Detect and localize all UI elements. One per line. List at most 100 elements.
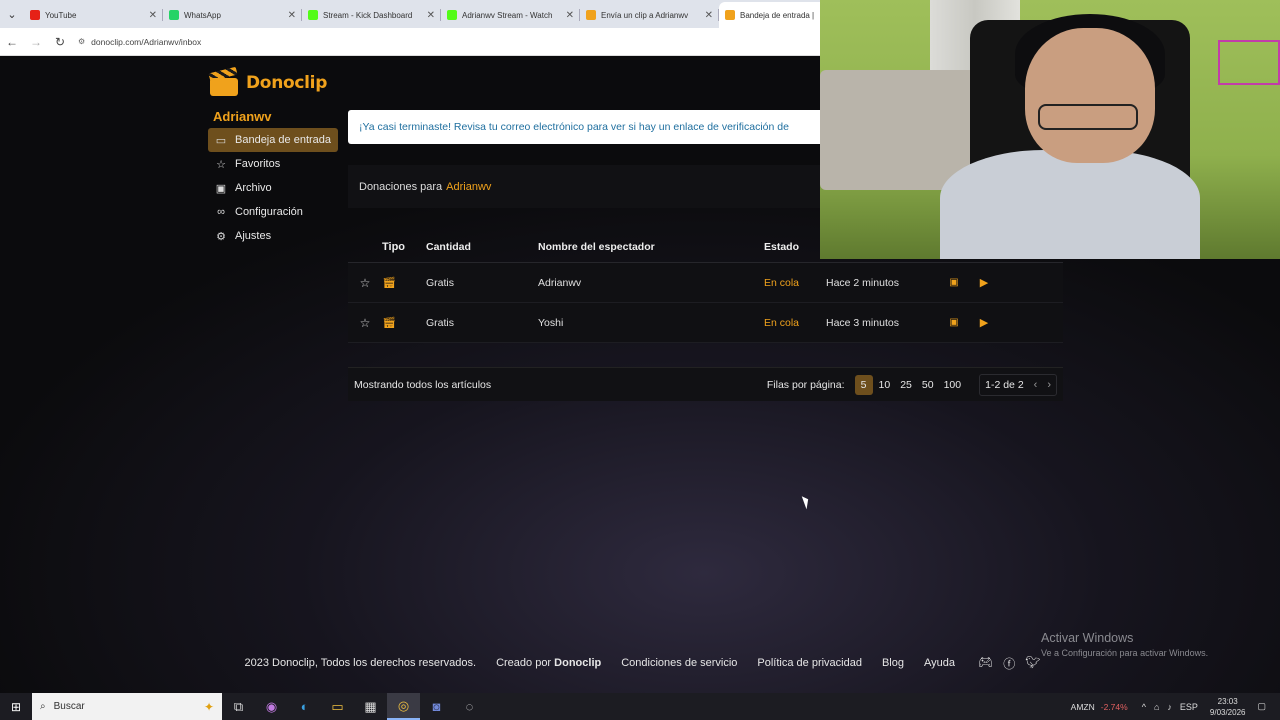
sidebar-item-label: Archivo bbox=[235, 182, 272, 194]
favorite-star-icon[interactable]: ☆ bbox=[348, 276, 382, 290]
facebook-icon[interactable]: ⓕ bbox=[1003, 655, 1015, 672]
volume-icon[interactable]: ♪ bbox=[1167, 702, 1172, 712]
next-page-icon[interactable]: › bbox=[1047, 379, 1051, 391]
footer-terms-link[interactable]: Condiciones de servicio bbox=[621, 657, 737, 669]
sidebar-username: Adrianwv bbox=[213, 109, 272, 124]
back-icon[interactable]: ← bbox=[0, 30, 24, 54]
col-cantidad[interactable]: Cantidad bbox=[426, 241, 538, 253]
browser-tab[interactable]: Envía un clip a Adrianwv ✕ bbox=[580, 2, 719, 28]
notifications-icon[interactable]: ▢ bbox=[1257, 701, 1266, 712]
forward-icon[interactable]: → bbox=[24, 30, 48, 54]
start-icon[interactable]: ⊞ bbox=[0, 700, 32, 714]
donoclip-logo[interactable]: Donoclip bbox=[208, 66, 327, 98]
tab-title: Adrianwv Stream - Watch bbox=[462, 10, 553, 20]
url-field[interactable]: ⚙ donoclip.com/Adrianwv/inbox bbox=[78, 37, 201, 47]
obs-icon[interactable]: ◌ bbox=[453, 693, 486, 720]
browser-tab[interactable]: Adrianwv Stream - Watch ✕ bbox=[441, 2, 580, 28]
sidebar-item[interactable]: ⚙ Ajustes bbox=[208, 224, 338, 248]
rows-per-page-option[interactable]: 25 bbox=[896, 375, 916, 395]
sidebar-item-label: Favoritos bbox=[235, 158, 281, 170]
reload-icon[interactable]: ↻ bbox=[48, 30, 72, 54]
language-indicator[interactable]: ESP bbox=[1180, 702, 1198, 712]
rows-per-page-option[interactable]: 100 bbox=[940, 375, 966, 395]
tab-close-icon[interactable]: ✕ bbox=[705, 10, 713, 21]
tab-close-icon[interactable]: ✕ bbox=[427, 10, 435, 21]
clapperboard-icon bbox=[208, 66, 240, 98]
tab-close-icon[interactable]: ✕ bbox=[149, 10, 157, 21]
row-viewer-name: Yoshi bbox=[538, 316, 564, 329]
taskbar-search[interactable]: ⌕ Buscar ✦ bbox=[32, 693, 222, 720]
play-icon[interactable]: ▶ bbox=[969, 276, 999, 289]
browser-tab[interactable]: Stream - Kick Dashboard ✕ bbox=[302, 2, 441, 28]
gear-icon: ⚙ bbox=[216, 230, 226, 243]
footer-help-link[interactable]: Ayuda bbox=[924, 657, 955, 669]
task-view-icon[interactable]: ⧉ bbox=[222, 693, 255, 720]
copilot-icon[interactable]: ◉ bbox=[255, 693, 288, 720]
tray-chevron-icon[interactable]: ^ bbox=[1142, 702, 1146, 712]
row-time: Hace 2 minutos bbox=[826, 276, 899, 289]
sidebar-item[interactable]: ▣ Archivo bbox=[208, 176, 338, 200]
file-explorer-icon[interactable]: ▭ bbox=[321, 693, 354, 720]
footer-privacy-link[interactable]: Política de privacidad bbox=[757, 657, 862, 669]
rows-per-page-option[interactable]: 5 bbox=[854, 374, 873, 395]
sidebar-item[interactable]: ▭ Bandeja de entrada bbox=[208, 128, 338, 152]
row-viewer-name: Adrianwv bbox=[538, 276, 582, 289]
prev-page-icon[interactable]: ‹ bbox=[1034, 379, 1038, 391]
sidebar-item[interactable]: ∞ Configuración bbox=[208, 200, 338, 224]
system-tray: AMZN -2.74% ^ ⌂ ♪ ESP 23:03 9/03/2026 ▢ bbox=[1071, 696, 1280, 718]
clip-type-icon: 🎬︎ bbox=[382, 277, 396, 289]
browser-tab[interactable]: YouTube ✕ bbox=[24, 2, 163, 28]
tab-title: Envía un clip a Adrianwv bbox=[601, 10, 689, 20]
col-estado[interactable]: Estado bbox=[764, 241, 826, 253]
sidebar-item-label: Bandeja de entrada bbox=[235, 134, 332, 146]
footer-blog-link[interactable]: Blog bbox=[882, 657, 904, 669]
clock[interactable]: 23:03 9/03/2026 bbox=[1210, 696, 1246, 718]
star-icon: ☆ bbox=[216, 158, 226, 171]
footer-copyright: 2023 Donoclip, Todos los derechos reserv… bbox=[244, 657, 477, 669]
inbox-icon: ▭ bbox=[215, 134, 227, 147]
discord-icon[interactable]: 🎮︎ bbox=[978, 655, 993, 672]
rows-per-page-option[interactable]: 50 bbox=[918, 375, 938, 395]
copilot-sparkle-icon: ✦ bbox=[203, 699, 214, 714]
footer-created[interactable]: Creado por Donoclip bbox=[496, 657, 601, 669]
verification-alert: ¡Ya casi terminaste! Revisa tu correo el… bbox=[348, 110, 828, 144]
showing-text: Mostrando todos los artículos bbox=[354, 378, 492, 391]
row-amount: Gratis bbox=[426, 276, 455, 289]
edge-icon[interactable]: ◐ bbox=[288, 693, 321, 720]
row-status: En cola bbox=[764, 316, 800, 329]
donations-header-prefix: Donaciones para bbox=[359, 180, 443, 193]
tab-title: Stream - Kick Dashboard bbox=[323, 10, 413, 20]
play-icon[interactable]: ▶ bbox=[969, 316, 999, 329]
tab-favicon-icon bbox=[308, 10, 318, 20]
store-icon[interactable]: ▦ bbox=[354, 693, 387, 720]
queue-video-icon[interactable]: ▣ bbox=[939, 317, 969, 328]
discord-taskbar-icon[interactable]: ◙ bbox=[420, 693, 453, 720]
donations-header-user[interactable]: Adrianwv bbox=[446, 181, 491, 193]
col-nombre[interactable]: Nombre del espectador bbox=[538, 241, 764, 253]
row-amount: Gratis bbox=[426, 316, 455, 329]
clip-type-icon: 🎬︎ bbox=[382, 317, 396, 329]
tab-search-icon[interactable]: ⌄ bbox=[0, 0, 24, 28]
tab-close-icon[interactable]: ✕ bbox=[288, 10, 296, 21]
tab-favicon-icon bbox=[447, 10, 457, 20]
windows-taskbar: ⊞ ⌕ Buscar ✦ ⧉ ◉ ◐ ▭ ▦ ◎ ◙ ◌ AMZN -2.74%… bbox=[0, 693, 1280, 720]
col-tipo[interactable]: Tipo bbox=[382, 241, 426, 253]
table-row: ☆ 🎬︎ Gratis Yoshi En cola Hace 3 minutos ▣ ▶ bbox=[348, 303, 1063, 343]
tab-close-icon[interactable]: ✕ bbox=[566, 10, 574, 21]
favorite-star-icon[interactable]: ☆ bbox=[348, 316, 382, 330]
rows-per-page-option[interactable]: 10 bbox=[875, 375, 895, 395]
queue-video-icon[interactable]: ▣ bbox=[939, 277, 969, 288]
twitter-icon[interactable]: 🐦︎ bbox=[1025, 655, 1040, 672]
chrome-icon[interactable]: ◎ bbox=[387, 693, 420, 720]
site-info-icon[interactable]: ⚙ bbox=[78, 37, 85, 46]
taskbar-search-label: Buscar bbox=[53, 701, 85, 712]
sidebar-item[interactable]: ☆ Favoritos bbox=[208, 152, 338, 176]
tab-title: WhatsApp bbox=[184, 10, 221, 20]
browser-tab[interactable]: WhatsApp ✕ bbox=[163, 2, 302, 28]
stock-widget[interactable]: AMZN -2.74% bbox=[1071, 702, 1128, 712]
network-icon[interactable]: ⌂ bbox=[1154, 702, 1159, 712]
watermark-subtitle: Ve a Configuración para activar Windows. bbox=[1041, 648, 1209, 658]
alert-text: ¡Ya casi terminaste! Revisa tu correo el… bbox=[359, 121, 789, 133]
webcam-overlay bbox=[820, 0, 1280, 259]
sidebar-item-label: Configuración bbox=[235, 206, 303, 218]
